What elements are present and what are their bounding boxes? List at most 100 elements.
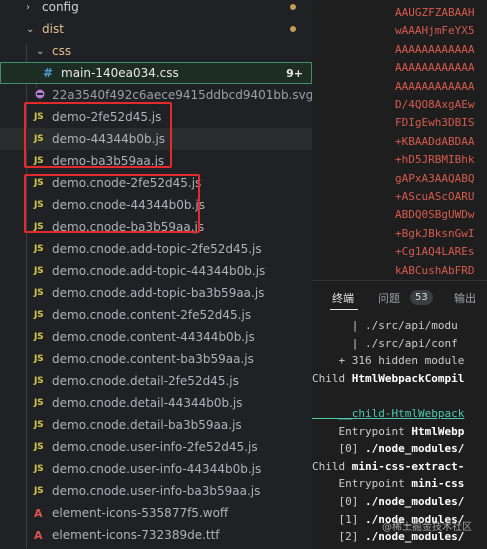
- terminal-line: | ./src/api/conf: [312, 336, 458, 350]
- tab-output[interactable]: 输出: [454, 290, 476, 306]
- code-editor[interactable]: AAUGZFZABAAH wAAAHjmFeYX5 AAAAAAAAAAAA AAAA…: [312, 0, 487, 280]
- folder-label: css: [52, 44, 72, 58]
- terminal-prefix: [2]: [312, 530, 365, 544]
- font-file-icon: A: [34, 506, 43, 520]
- terminal-line: Entrypoint HtmlWebp: [312, 425, 464, 438]
- chevron-right-icon: ›: [26, 1, 30, 13]
- file-label: demo.cnode.user-info-ba3b59aa.js: [52, 484, 261, 498]
- file-explorer: › config ⌄ dist ⌄ css # main-140ea034.css 9+ 22a3…: [0, 0, 314, 548]
- file-row[interactable]: Aelement-icons-732389de.ttf: [0, 524, 312, 546]
- javascript-file-icon: JS: [34, 398, 44, 408]
- highlight-box-demo-cnode-files: [24, 174, 200, 233]
- active-tab-indicator: [330, 309, 358, 310]
- problems-badge: 9+: [286, 66, 303, 80]
- javascript-file-icon: JS: [34, 486, 44, 496]
- file-row[interactable]: JS demo.cnode.add-topic-ba3b59aa.js: [0, 282, 312, 304]
- code-line: FDIgEwh3DBIS: [395, 116, 475, 130]
- file-row[interactable]: JS demo.cnode.content-2fe52d45.js: [0, 304, 312, 326]
- javascript-file-icon: JS: [34, 244, 44, 254]
- folder-row[interactable]: ⌄ css: [0, 40, 312, 62]
- file-label: main-140ea034.css: [61, 66, 179, 80]
- css-file-icon: #: [43, 66, 53, 80]
- vscode-window: › config ⌄ dist ⌄ css # main-140ea034.css 9+ 22a3…: [0, 0, 487, 549]
- terminal-prefix: [1]: [312, 512, 365, 526]
- file-row[interactable]: Aelement-icons-535877f5.woff: [0, 502, 312, 524]
- javascript-file-icon: JS: [34, 354, 44, 364]
- code-line: AAAAAAAAAAAA: [395, 79, 475, 93]
- file-label: demo.cnode.add-topic-44344b0b.js: [52, 264, 266, 278]
- file-label: demo.cnode.content-44344b0b.js: [52, 330, 255, 344]
- terminal-bold-text: HtmlWebp: [411, 424, 465, 438]
- file-row[interactable]: JS demo.cnode.user-info-ba3b59aa.js: [0, 480, 312, 502]
- folder-row[interactable]: › config: [0, 0, 312, 18]
- watermark: @稀土掘金技术社区: [382, 522, 472, 533]
- file-label: element-icons-535877f5.woff: [52, 506, 229, 520]
- file-label: demo.cnode.user-info-44344b0b.js: [52, 462, 262, 476]
- code-line: AAUGZFZABAAH: [395, 6, 475, 19]
- file-label: demo.cnode.add-topic-2fe52d45.js: [52, 242, 262, 256]
- file-label: demo.cnode.user-info-2fe52d45.js: [52, 440, 258, 454]
- terminal-line: [0] ./node_modules/: [312, 495, 464, 508]
- terminal-line: Entrypoint mini-css: [312, 477, 464, 490]
- problems-count-badge: 53: [410, 290, 433, 305]
- javascript-file-icon: JS: [34, 376, 44, 386]
- terminal-line: [0] ./node_modules/: [312, 442, 464, 455]
- file-label: demo.cnode.detail-ba3b59aa.js: [52, 418, 242, 432]
- folder-row[interactable]: ⌄ dist: [0, 18, 312, 40]
- file-row[interactable]: JS demo.cnode.detail-ba3b59aa.js: [0, 414, 312, 436]
- file-label: demo.cnode.add-topic-ba3b59aa.js: [52, 286, 265, 300]
- chevron-down-icon: ⌄: [26, 23, 35, 35]
- file-label: 22a3540f492c6aece9415ddbcd9401bb.svg: [52, 88, 314, 102]
- tab-terminal[interactable]: 终端: [332, 290, 354, 306]
- terminal-line: + 316 hidden module: [312, 354, 465, 368]
- bottom-panel: 终端 问题 53 输出 | ./src/api/modu | ./src/api…: [312, 280, 487, 549]
- javascript-file-icon: JS: [34, 420, 44, 430]
- terminal-prefix: [0]: [312, 442, 365, 456]
- file-row[interactable]: JS demo.cnode.add-topic-2fe52d45.js: [0, 238, 312, 260]
- file-row[interactable]: JS demo.cnode.detail-2fe52d45.js: [0, 370, 312, 392]
- code-line: +hD5JRBMIBhk: [395, 153, 475, 167]
- terminal-bold-text: ./node_modules/: [364, 495, 465, 508]
- folder-label: config: [42, 0, 79, 14]
- chevron-down-icon: ⌄: [36, 45, 45, 57]
- code-line: ABDQ0SBgUWDw: [395, 208, 475, 222]
- terminal-bold-text: mini-css: [411, 477, 465, 491]
- svg-file-icon: [34, 88, 46, 103]
- modified-dot-icon: [290, 26, 296, 32]
- code-line: AAAAAAAAAAAA: [395, 61, 475, 75]
- tab-problems[interactable]: 问题: [378, 290, 400, 306]
- terminal-prefix: Entrypoint: [312, 477, 412, 491]
- code-line: D/4QO8AxgAEw: [395, 98, 475, 111]
- javascript-file-icon: JS: [34, 332, 44, 342]
- file-row[interactable]: JS demo.cnode.content-44344b0b.js: [0, 326, 312, 348]
- file-row[interactable]: # main-140ea034.css 9+: [0, 62, 312, 84]
- terminal-bold-text: HtmlWebpackCompil: [351, 371, 465, 385]
- file-row[interactable]: JS demo.cnode.user-info-44344b0b.js: [0, 458, 312, 480]
- file-label: element-icons-732389de.ttf: [52, 528, 220, 542]
- javascript-file-icon: JS: [34, 464, 44, 474]
- terminal-prefix: [0]: [312, 495, 365, 508]
- code-line: gAPxA3AAQABQ: [395, 171, 475, 185]
- code-line: +BgkJBksnGwI: [395, 226, 475, 240]
- file-row[interactable]: JS demo.cnode.add-topic-44344b0b.js: [0, 260, 312, 282]
- javascript-file-icon: JS: [34, 442, 44, 452]
- terminal-prefix: Child: [312, 459, 352, 473]
- file-row[interactable]: JS demo.cnode.user-info-2fe52d45.js: [0, 436, 312, 458]
- terminal-bold-text: ./node_modules/: [364, 442, 465, 456]
- terminal-bold-text: mini-css-extract-: [351, 459, 465, 473]
- code-line: AAAAAAAAAAAA: [395, 42, 475, 56]
- javascript-file-icon: JS: [34, 266, 44, 276]
- file-label: demo.cnode.detail-44344b0b.js: [52, 396, 243, 410]
- terminal-line: Child mini-css-extract-: [312, 460, 464, 473]
- folder-label: dist: [42, 22, 64, 36]
- file-row[interactable]: JS demo.cnode.content-ba3b59aa.js: [0, 348, 312, 370]
- terminal-line: Child HtmlWebpackCompil: [312, 372, 464, 385]
- javascript-file-icon: JS: [34, 310, 44, 320]
- font-file-icon: A: [34, 528, 43, 542]
- file-row[interactable]: JS demo.cnode.detail-44344b0b.js: [0, 392, 312, 414]
- terminal-prefix: Entrypoint: [312, 424, 412, 438]
- file-label: demo.cnode.detail-2fe52d45.js: [52, 374, 239, 388]
- terminal-link[interactable]: __child-HtmlWebpack: [312, 407, 464, 420]
- highlight-box-demo-files: [24, 102, 172, 168]
- code-line: wAAAHjmFeYX5: [395, 24, 475, 38]
